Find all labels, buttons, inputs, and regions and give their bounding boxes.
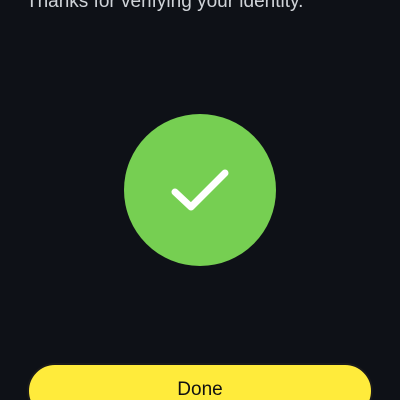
verification-message: Thanks for verifying your identity.	[26, 0, 304, 12]
done-button[interactable]: Done	[27, 363, 373, 400]
checkmark-icon	[171, 169, 229, 211]
verification-success-screen: Thanks for verifying your identity. Done	[0, 0, 400, 400]
success-badge	[124, 114, 276, 266]
